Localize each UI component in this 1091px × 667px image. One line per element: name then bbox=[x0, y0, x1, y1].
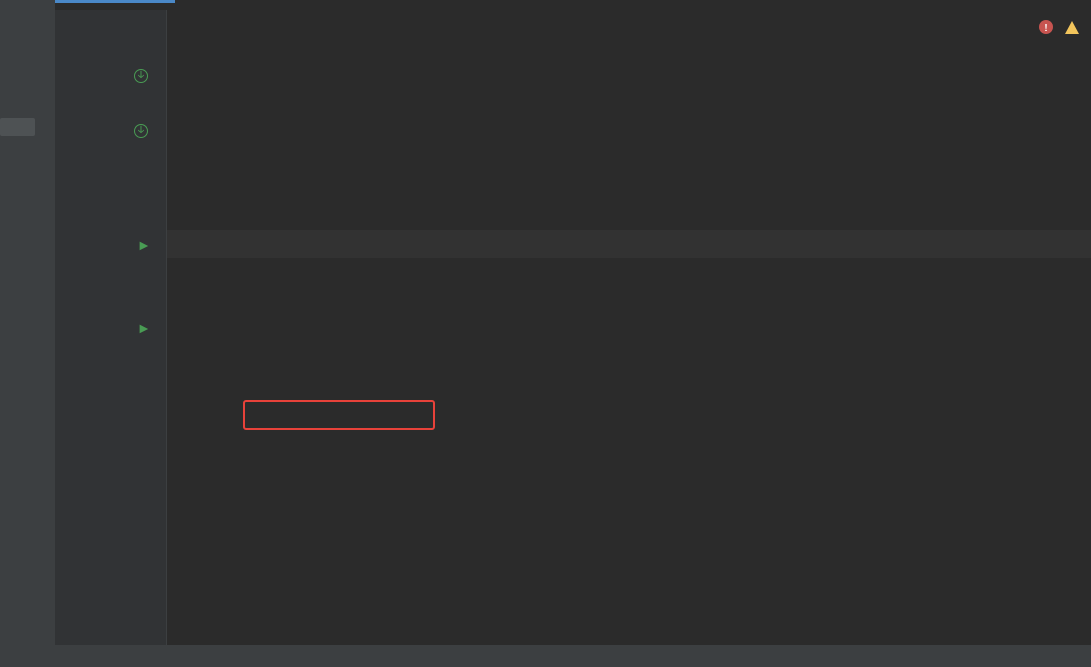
project-sidebar[interactable] bbox=[0, 0, 55, 667]
error-icon: ! bbox=[1039, 20, 1053, 34]
usage-hint[interactable] bbox=[167, 15, 214, 32]
editor-gutter[interactable]: ▶ ▶ bbox=[55, 10, 167, 667]
inspection-widget[interactable]: ! bbox=[1039, 20, 1079, 34]
code-content[interactable] bbox=[167, 10, 1091, 667]
usage-hint[interactable] bbox=[167, 98, 245, 115]
author-hint[interactable] bbox=[167, 290, 198, 307]
code-editor[interactable]: ▶ ▶ bbox=[55, 10, 1091, 667]
warning-icon bbox=[1065, 21, 1079, 34]
sidebar-file-item[interactable] bbox=[0, 118, 35, 136]
status-bar[interactable] bbox=[0, 645, 1091, 667]
tab-active-indicator bbox=[55, 0, 175, 3]
implements-icon[interactable] bbox=[134, 124, 148, 138]
implements-icon[interactable] bbox=[134, 69, 148, 83]
